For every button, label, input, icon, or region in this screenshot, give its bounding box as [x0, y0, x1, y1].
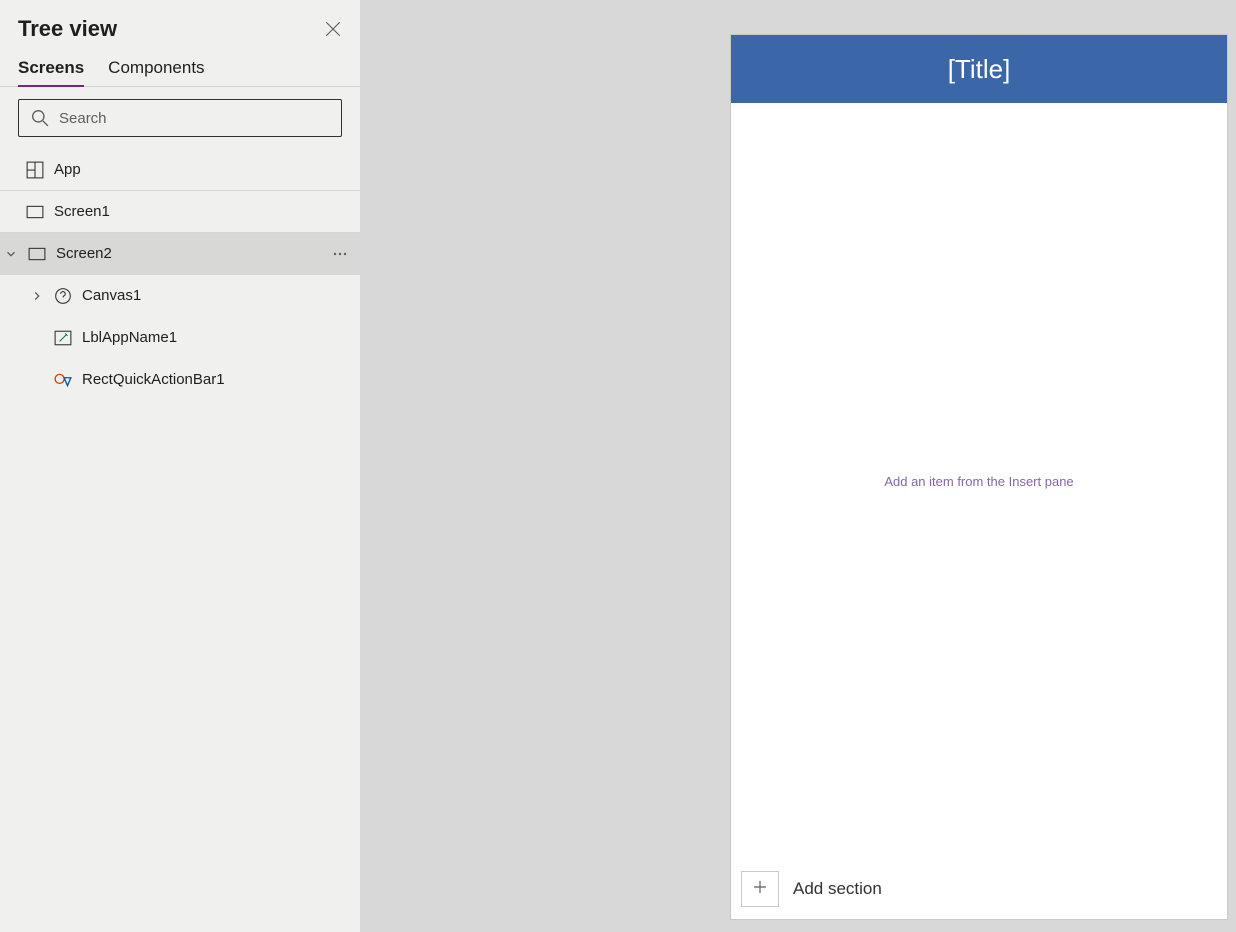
tab-screens[interactable]: Screens [18, 52, 84, 86]
tree-item-label: Canvas1 [82, 287, 141, 304]
close-icon[interactable] [324, 20, 342, 38]
tree-item-label: Screen2 [56, 245, 112, 262]
add-section-button[interactable] [741, 871, 779, 907]
canvas-area: [Title] Add an item from the Insert pane… [360, 0, 1236, 932]
tree-item-lblappname1[interactable]: LblAppName1 [0, 317, 360, 359]
tree-item-app[interactable]: App [0, 149, 360, 191]
tree-list: App Screen1 Screen2 [0, 149, 360, 932]
tree-item-label: LblAppName1 [82, 329, 177, 346]
question-circle-icon [54, 287, 72, 305]
tree-item-label: App [54, 161, 81, 178]
empty-hint-text: Add an item from the Insert pane [884, 474, 1073, 489]
add-section-label: Add section [793, 879, 882, 899]
tree-item-canvas1[interactable]: Canvas1 [0, 275, 360, 317]
tree-view-header: Tree view [0, 0, 360, 52]
shape-icon [54, 371, 72, 389]
label-edit-icon [54, 329, 72, 347]
tree-item-label: Screen1 [54, 203, 110, 220]
app-icon [26, 161, 44, 179]
chevron-down-icon[interactable] [4, 247, 18, 261]
search-box[interactable] [18, 99, 342, 137]
search-input[interactable] [59, 110, 329, 127]
more-icon[interactable] [332, 246, 348, 262]
tree-view-title: Tree view [18, 16, 117, 42]
screen-preview[interactable]: [Title] Add an item from the Insert pane… [730, 34, 1228, 920]
tree-item-screen2[interactable]: Screen2 [0, 233, 360, 275]
tree-item-rectquickactionbar1[interactable]: RectQuickActionBar1 [0, 359, 360, 401]
preview-title-text: [Title] [948, 54, 1011, 85]
preview-empty-zone[interactable]: Add an item from the Insert pane [731, 103, 1227, 859]
screen-icon [26, 203, 44, 221]
search-container [0, 87, 360, 149]
tree-tabs: Screens Components [0, 52, 360, 87]
preview-title-bar[interactable]: [Title] [731, 35, 1227, 103]
search-icon [31, 109, 49, 127]
tab-components[interactable]: Components [108, 52, 204, 86]
screen-icon [28, 245, 46, 263]
chevron-right-icon[interactable] [30, 289, 44, 303]
tree-view-panel: Tree view Screens Components App Screen [0, 0, 360, 932]
add-section-bar: Add section [731, 859, 1227, 919]
plus-icon [752, 879, 768, 900]
tree-item-label: RectQuickActionBar1 [82, 371, 225, 388]
tree-item-screen1[interactable]: Screen1 [0, 191, 360, 233]
